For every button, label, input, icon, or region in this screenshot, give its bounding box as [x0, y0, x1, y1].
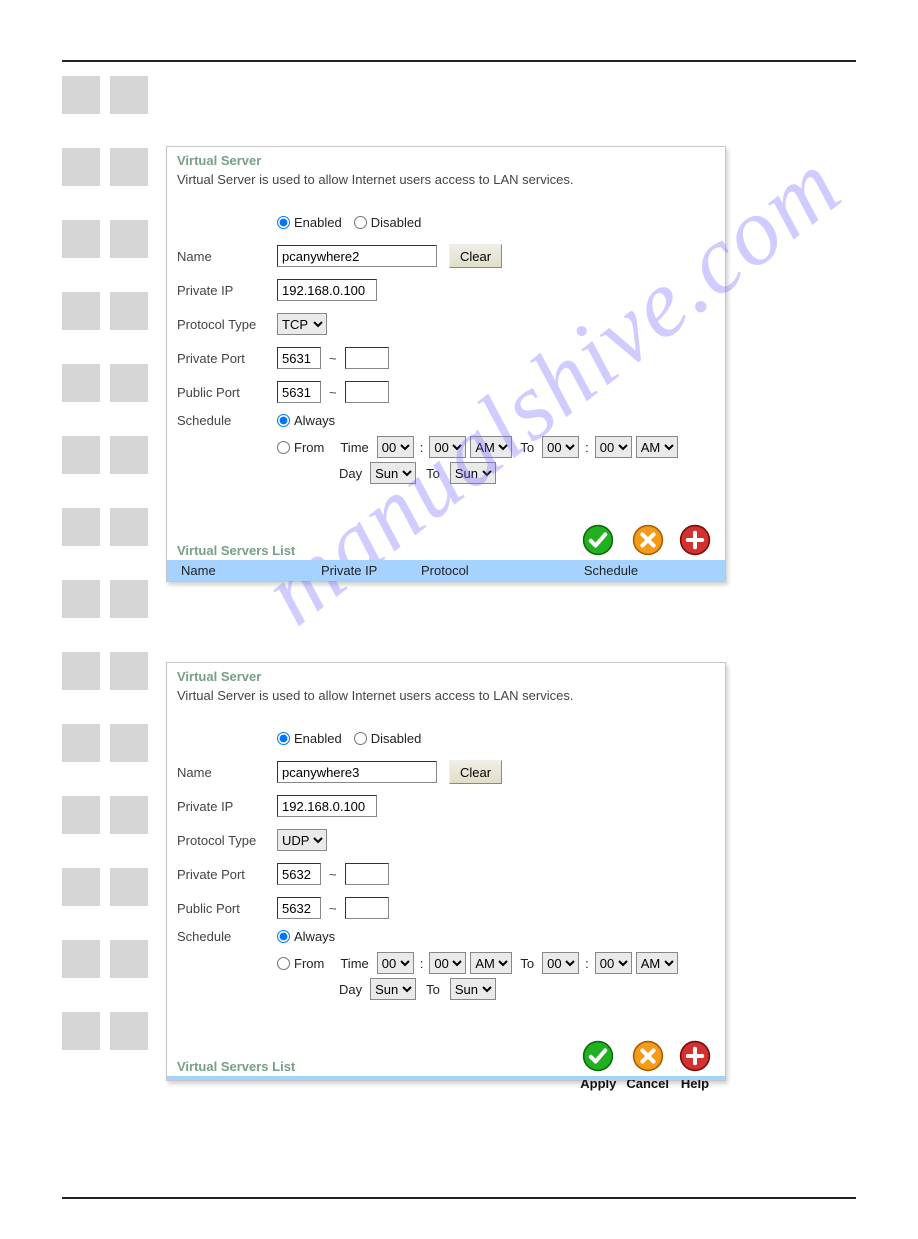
- public-port-label: Public Port: [177, 385, 277, 400]
- section-title: Virtual Server: [177, 669, 717, 684]
- private-port-label: Private Port: [177, 351, 277, 366]
- schedule-label: Schedule: [177, 413, 277, 428]
- virtual-server-panel: Virtual Server Virtual Server is used to …: [166, 662, 726, 1081]
- status-enabled-radio[interactable]: Enabled: [277, 215, 342, 230]
- virtual-server-panel: Virtual Server Virtual Server is used to …: [166, 146, 726, 582]
- col-ip: Private IP: [307, 563, 407, 578]
- private-port-from[interactable]: [277, 863, 321, 885]
- ip-label: Private IP: [177, 283, 277, 298]
- protocol-select[interactable]: TCPUDP: [277, 313, 327, 335]
- schedule-label: Schedule: [177, 929, 277, 944]
- name-label: Name: [177, 765, 277, 780]
- status-disabled-radio[interactable]: Disabled: [354, 215, 422, 230]
- status-disabled-radio[interactable]: Disabled: [354, 731, 422, 746]
- list-header: NamePrivate IPProtocolSchedule: [167, 560, 725, 581]
- private-port-label: Private Port: [177, 867, 277, 882]
- private-port-from[interactable]: [277, 347, 321, 369]
- section-desc: Virtual Server is used to allow Internet…: [177, 172, 717, 187]
- status-enabled-radio[interactable]: Enabled: [277, 731, 342, 746]
- protocol-label: Protocol Type: [177, 833, 277, 848]
- page: manualshive.com Virtual ServerVirtual Se…: [62, 60, 856, 1199]
- clear-button[interactable]: Clear: [449, 760, 502, 784]
- section-desc: Virtual Server is used to allow Internet…: [177, 688, 717, 703]
- public-port-to[interactable]: [345, 897, 389, 919]
- public-port-from[interactable]: [277, 381, 321, 403]
- list-header-stub: [167, 1076, 725, 1080]
- protocol-label: Protocol Type: [177, 317, 277, 332]
- name-label: Name: [177, 249, 277, 264]
- panel-container: Virtual Server Virtual Server is used to …: [166, 146, 858, 1191]
- public-port-from[interactable]: [277, 897, 321, 919]
- ip-label: Private IP: [177, 799, 277, 814]
- clear-button[interactable]: Clear: [449, 244, 502, 268]
- public-port-label: Public Port: [177, 901, 277, 916]
- schedule-always-radio[interactable]: Always: [277, 413, 335, 428]
- section-title: Virtual Server: [177, 153, 717, 168]
- private-ip-field[interactable]: [277, 795, 377, 817]
- name-field[interactable]: [277, 245, 437, 267]
- col-schedule: Schedule: [497, 563, 725, 578]
- schedule-always-radio[interactable]: Always: [277, 929, 335, 944]
- private-port-to[interactable]: [345, 347, 389, 369]
- decorative-side-blocks: [62, 76, 152, 1084]
- col-protocol: Protocol: [407, 563, 497, 578]
- col-name: Name: [167, 563, 307, 578]
- schedule-from-radio[interactable]: From: [277, 956, 324, 971]
- private-ip-field[interactable]: [277, 279, 377, 301]
- public-port-to[interactable]: [345, 381, 389, 403]
- private-port-to[interactable]: [345, 863, 389, 885]
- list-title: Virtual Servers List: [177, 1059, 717, 1074]
- name-field[interactable]: [277, 761, 437, 783]
- list-title: Virtual Servers List: [177, 543, 717, 558]
- schedule-from-radio[interactable]: From: [277, 440, 324, 455]
- protocol-select[interactable]: TCPUDP: [277, 829, 327, 851]
